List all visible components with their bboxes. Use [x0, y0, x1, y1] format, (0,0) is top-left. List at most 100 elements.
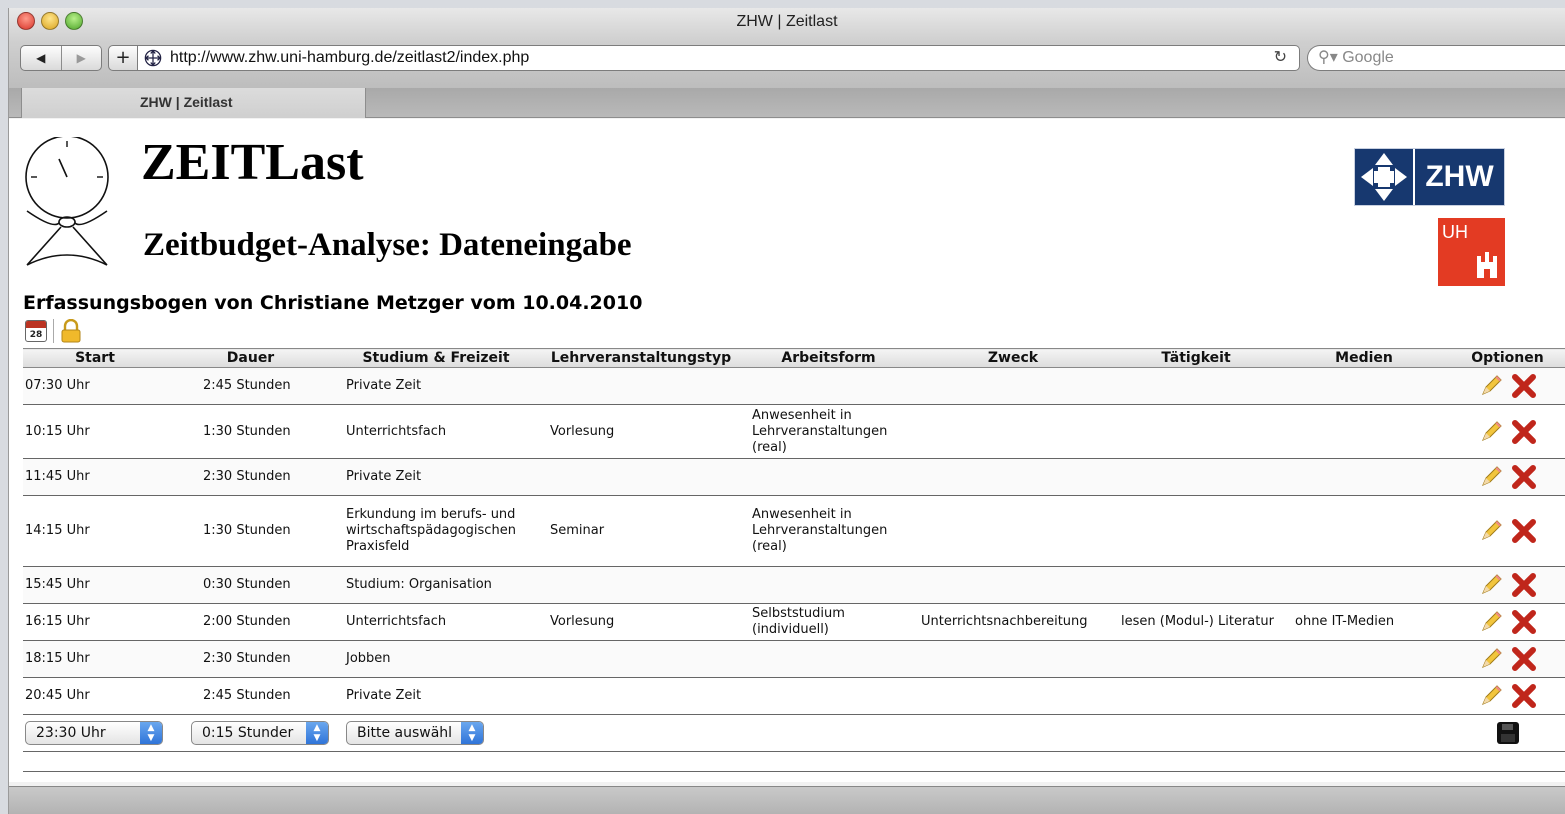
table-row: 15:45 Uhr 0:30 Stunden Studium: Organisa…: [23, 566, 1565, 604]
table-row: 07:30 Uhr 2:45 Stunden Private Zeit: [23, 367, 1565, 405]
start-time-select[interactable]: 23:30 Uhr ▲ ▼: [25, 721, 163, 745]
select-arrows-icon: ▲ ▼: [461, 722, 483, 744]
clock-logo-icon: [25, 137, 109, 266]
duration-select[interactable]: 0:15 Stunder ▲ ▼: [191, 721, 329, 745]
cell-medien: [1279, 495, 1449, 567]
delete-x-icon[interactable]: [1511, 464, 1537, 490]
cell-studium: Private Zeit: [334, 677, 538, 715]
cell-start: 16:15 Uhr: [23, 603, 167, 641]
table-row: 16:15 Uhr 2:00 Stunden Unterrichtsfach V…: [23, 603, 1565, 641]
cell-empty: [1113, 714, 1279, 752]
search-placeholder: Google: [1342, 49, 1394, 66]
cell-start: 20:45 Uhr: [23, 677, 167, 715]
cell-dauer: 2:30 Stunden: [167, 458, 334, 496]
pencil-edit-icon[interactable]: [1478, 609, 1504, 635]
cell-dauer: 1:30 Stunden: [167, 404, 334, 459]
col-header[interactable]: Tätigkeit: [1113, 348, 1279, 368]
cell-taetigkeit: [1113, 566, 1279, 604]
cell-new-dauer: 0:15 Stunder ▲ ▼: [167, 714, 334, 752]
studium-select[interactable]: Bitte auswähl ▲ ▼: [346, 721, 484, 745]
pencil-edit-icon[interactable]: [1478, 683, 1504, 709]
col-header[interactable]: Studium & Freizeit: [334, 348, 538, 368]
cell-studium: Unterrichtsfach: [334, 404, 538, 459]
add-bookmark-button[interactable]: +: [108, 45, 138, 71]
col-header[interactable]: Lehrveranstaltungstyp: [538, 348, 744, 368]
col-header[interactable]: Start: [23, 348, 167, 368]
page-content: ZEITLast Zeitbudget-Analyse: Dateneingab…: [9, 119, 1565, 782]
cell-dauer: 0:30 Stunden: [167, 566, 334, 604]
cell-lv-typ: Seminar: [538, 495, 744, 567]
cell-arbeitsform: Selbststudium (individuell): [744, 603, 913, 641]
reload-icon[interactable]: ↻: [1274, 46, 1287, 70]
cell-options: [1449, 458, 1565, 496]
cell-options: [1449, 404, 1565, 459]
cell-lv-typ: [538, 566, 744, 604]
cell-arbeitsform: [744, 367, 913, 405]
cell-medien: [1279, 677, 1449, 715]
delete-x-icon[interactable]: [1511, 609, 1537, 635]
col-header[interactable]: Zweck: [913, 348, 1113, 368]
cell-start: 15:45 Uhr: [23, 566, 167, 604]
delete-x-icon[interactable]: [1511, 683, 1537, 709]
back-arrow-icon[interactable]: ◀: [21, 46, 61, 70]
table-header: Start Dauer Studium & Freizeit Lehrveran…: [23, 348, 1565, 368]
address-bar[interactable]: http://www.zhw.uni-hamburg.de/zeitlast2/…: [138, 45, 1300, 71]
search-field[interactable]: ⚲▾ Google: [1307, 45, 1565, 71]
forward-arrow-icon[interactable]: ▶: [60, 46, 102, 70]
site-move-icon: [144, 49, 162, 67]
col-header[interactable]: Dauer: [167, 348, 334, 368]
col-header[interactable]: Arbeitsform: [744, 348, 913, 368]
cell-zweck: [913, 495, 1113, 567]
select-arrows-icon: ▲ ▼: [140, 722, 162, 744]
cell-lv-typ: [538, 677, 744, 715]
calendar-icon[interactable]: 28: [25, 320, 47, 342]
entries-table: Start Dauer Studium & Freizeit Lehrveran…: [23, 348, 1565, 772]
cell-studium: Unterrichtsfach: [334, 603, 538, 641]
delete-x-icon[interactable]: [1511, 572, 1537, 598]
save-disk-icon[interactable]: [1496, 721, 1520, 745]
cell-empty: [913, 714, 1113, 752]
cell-zweck: [913, 458, 1113, 496]
search-icon: ⚲▾: [1318, 49, 1338, 66]
browser-toolbar: ◀ ▶ + http://www.zhw.uni-hamburg.de/zeit…: [9, 42, 1565, 88]
pencil-edit-icon[interactable]: [1478, 419, 1504, 445]
tab-zeitlast[interactable]: ZHW | Zeitlast: [21, 88, 366, 118]
cell-dauer: 2:30 Stunden: [167, 640, 334, 678]
studium-value: Bitte auswähl: [357, 725, 453, 741]
cell-medien: [1279, 640, 1449, 678]
delete-x-icon[interactable]: [1511, 518, 1537, 544]
cell-zweck: Unterrichtsnachbereitung: [913, 603, 1113, 641]
cell-medien: ohne IT-Medien: [1279, 603, 1449, 641]
pencil-edit-icon[interactable]: [1478, 518, 1504, 544]
pencil-edit-icon[interactable]: [1478, 646, 1504, 672]
cell-new-options: [1449, 714, 1565, 752]
start-time-value: 23:30 Uhr: [36, 725, 106, 741]
col-header[interactable]: Medien: [1279, 348, 1449, 368]
cell-lv-typ: [538, 458, 744, 496]
cell-options: [1449, 367, 1565, 405]
cell-empty: [23, 751, 1565, 772]
cell-zweck: [913, 640, 1113, 678]
cell-options: [1449, 640, 1565, 678]
browser-window: ZHW | Zeitlast ◀ ▶ + http://www.zhw.uni-…: [8, 8, 1565, 814]
delete-x-icon[interactable]: [1511, 419, 1537, 445]
pencil-edit-icon[interactable]: [1478, 464, 1504, 490]
cell-medien: [1279, 566, 1449, 604]
cell-zweck: [913, 404, 1113, 459]
cell-dauer: 2:45 Stunden: [167, 677, 334, 715]
delete-x-icon[interactable]: [1511, 646, 1537, 672]
cell-medien: [1279, 458, 1449, 496]
cell-taetigkeit: [1113, 458, 1279, 496]
pencil-edit-icon[interactable]: [1478, 572, 1504, 598]
pencil-edit-icon[interactable]: [1478, 373, 1504, 399]
cell-lv-typ: [538, 367, 744, 405]
status-bar: [9, 786, 1565, 814]
cell-dauer: 2:45 Stunden: [167, 367, 334, 405]
lock-icon[interactable]: [60, 319, 82, 343]
cell-dauer: 1:30 Stunden: [167, 495, 334, 567]
delete-x-icon[interactable]: [1511, 373, 1537, 399]
cell-options: [1449, 495, 1565, 567]
table-row: 11:45 Uhr 2:30 Stunden Private Zeit: [23, 458, 1565, 496]
zhw-logo: ZHW: [1354, 148, 1505, 206]
cell-studium: Private Zeit: [334, 458, 538, 496]
